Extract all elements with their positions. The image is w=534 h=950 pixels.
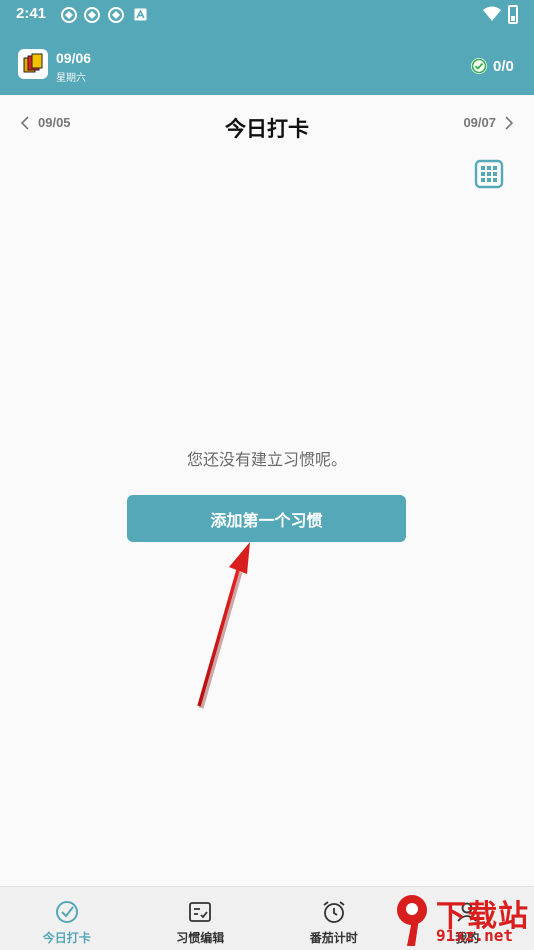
header-date: 09/06 <box>56 50 92 66</box>
cards-icon <box>23 53 43 73</box>
progress-count: 0/0 <box>493 58 514 75</box>
nav-habit-edit[interactable]: 习惯编辑 <box>134 887 268 950</box>
watermark: 下载站 91xz.net <box>392 888 534 950</box>
checklist-icon <box>189 902 212 922</box>
header-weekday: 星期六 <box>56 73 86 84</box>
page-title: 今日打卡 <box>225 118 309 141</box>
next-day-button[interactable]: 09/07 <box>463 115 514 130</box>
alarm-clock-icon <box>323 901 345 923</box>
chevron-right-icon <box>505 115 514 130</box>
check-circle-icon <box>471 58 487 74</box>
nav-label: 习惯编辑 <box>176 931 225 945</box>
wifi-icon <box>483 6 501 21</box>
watermark-logo <box>397 895 427 946</box>
status-time: 2:41 <box>16 5 47 22</box>
date-nav: 09/05 今日打卡 09/07 <box>0 95 534 155</box>
nav-label: 番茄计时 <box>309 931 358 945</box>
nav-pomodoro-timer[interactable]: 番茄计时 <box>267 887 401 950</box>
empty-state-message: 您还没有建立习惯呢。 <box>186 452 347 469</box>
nav-label: 今日打卡 <box>42 931 91 945</box>
notification-icon <box>61 7 77 23</box>
add-first-habit-button[interactable]: 添加第一个习惯 <box>127 495 406 542</box>
app-header: 09/06 星期六 0/0 <box>0 30 534 95</box>
nav-today-checkin[interactable]: 今日打卡 <box>0 887 134 950</box>
watermark-text-bottom: 91xz.net <box>436 926 514 945</box>
check-circle-icon <box>55 901 78 923</box>
calendar-grid-icon[interactable] <box>474 159 504 189</box>
notification-icon <box>84 7 100 23</box>
notification-icon <box>108 7 124 23</box>
battery-icon <box>508 5 518 24</box>
next-day-label: 09/07 <box>463 115 496 130</box>
app-logo <box>18 49 48 79</box>
status-bar: 2:41 <box>0 0 534 30</box>
app-notification-icon <box>134 8 147 21</box>
